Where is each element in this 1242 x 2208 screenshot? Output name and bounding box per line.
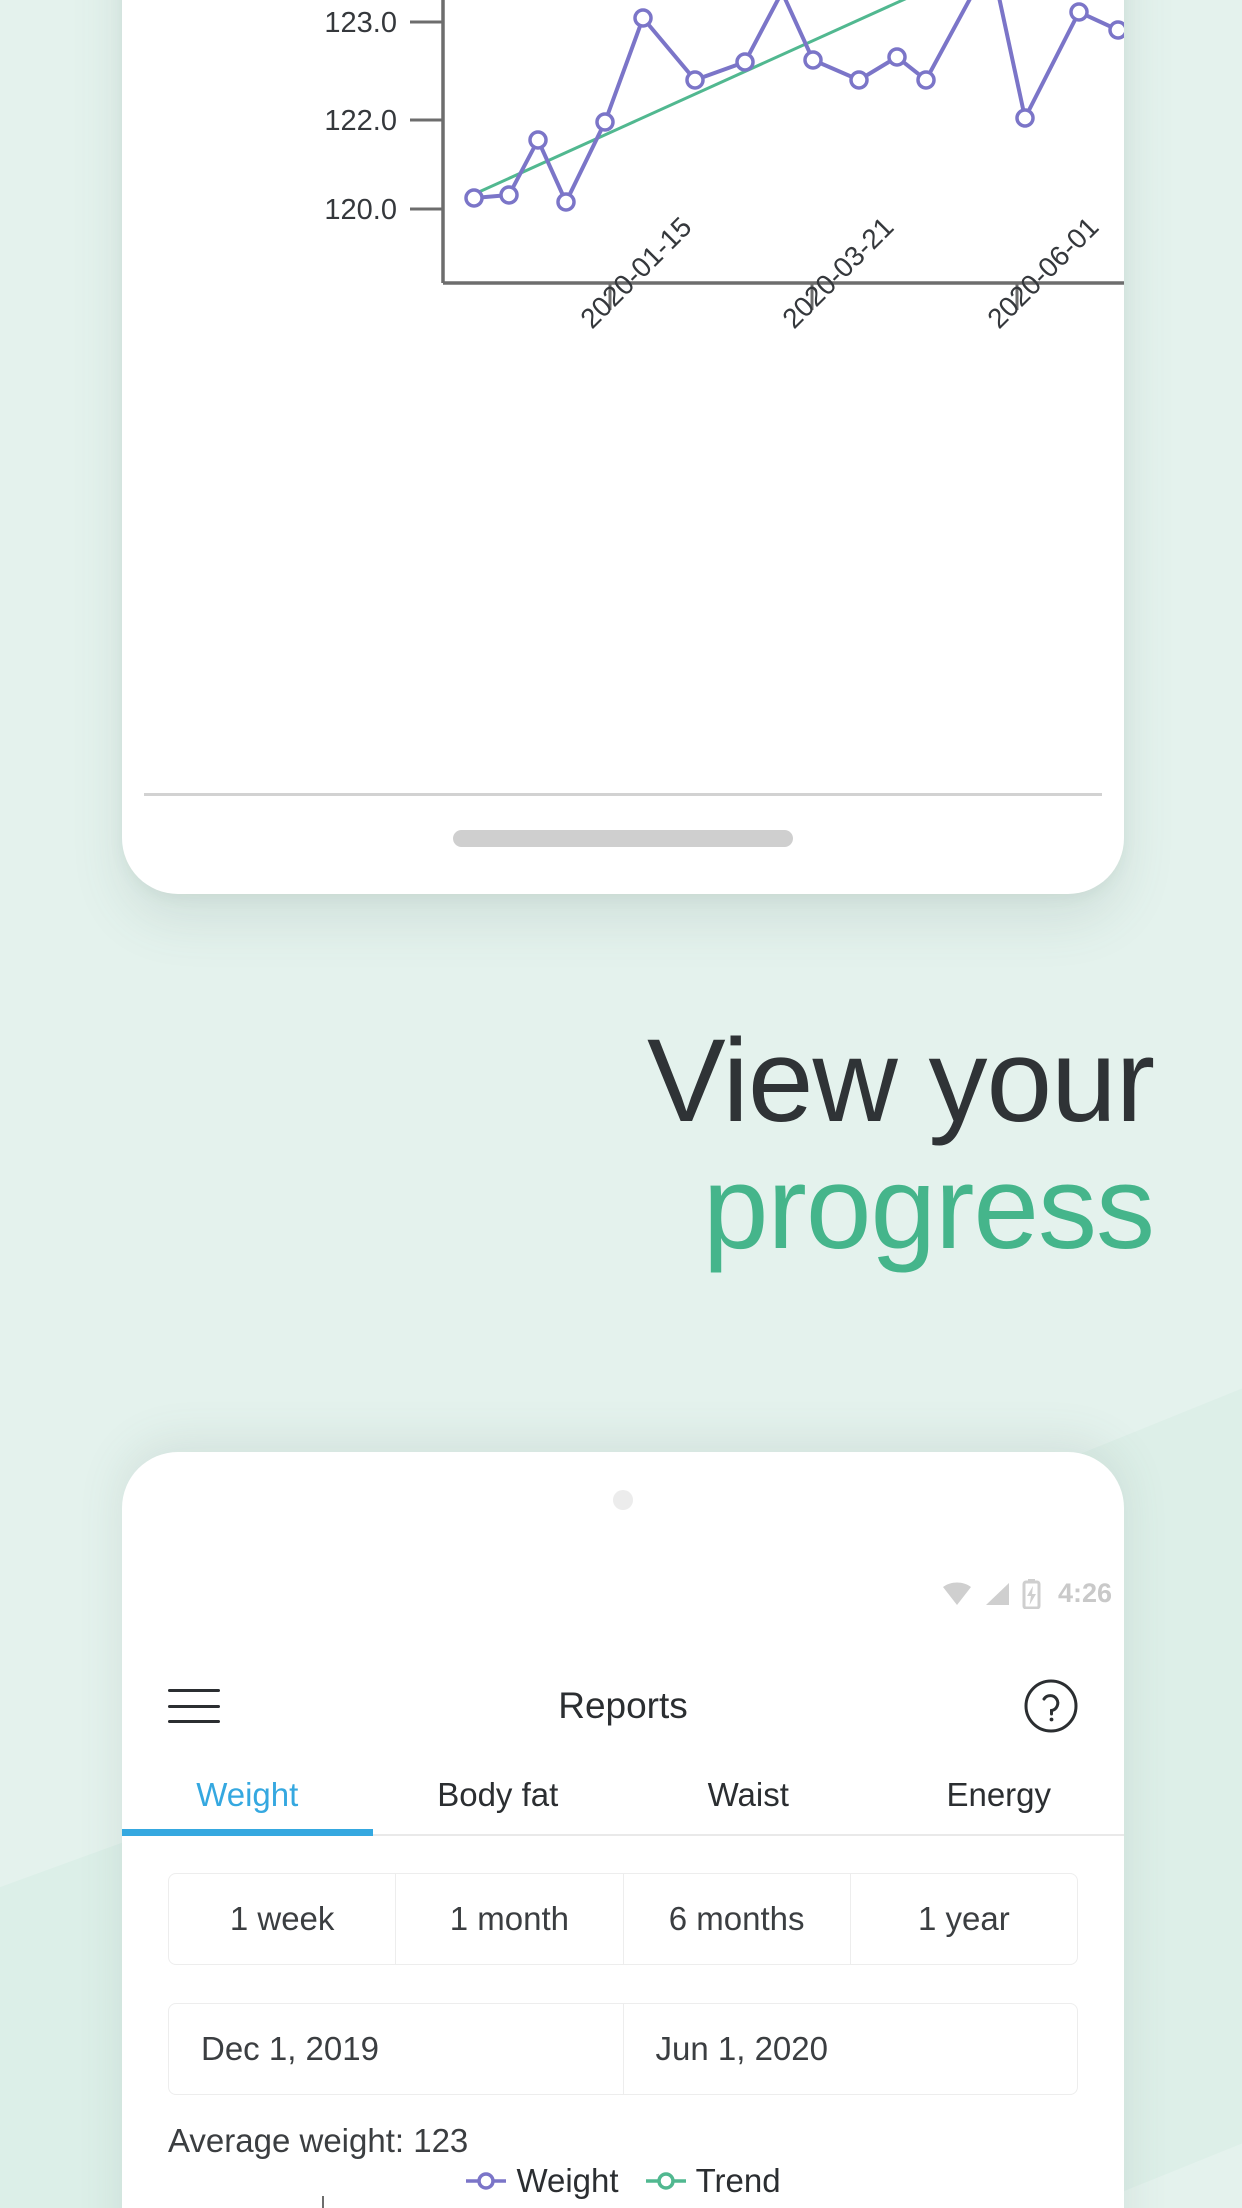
- screenshot-root: 123.0 122.0 120.0 2020-01-15 2020-03-21 …: [0, 0, 1242, 2208]
- chart-legend: Weight Trend: [122, 2162, 1124, 2200]
- legend-label: Trend: [695, 2162, 781, 2199]
- tab-label: Weight: [196, 1776, 299, 1813]
- period-label: 6 months: [668, 1900, 805, 1937]
- weight-markers: [464, 2, 1124, 212]
- headline-line-2: progress: [702, 1141, 1155, 1274]
- bottom-chart-axis-tick: [322, 2196, 324, 2208]
- headline: View your progress: [647, 1015, 1155, 1274]
- top-phone-divider: [144, 793, 1102, 796]
- status-bar: 4:26: [942, 1578, 1112, 1609]
- battery-charging-icon: [1022, 1578, 1041, 1609]
- signal-icon: [985, 1582, 1009, 1605]
- help-circle-icon[interactable]: [1022, 1677, 1080, 1735]
- start-date-value: Dec 1, 2019: [201, 2030, 379, 2067]
- start-date-field[interactable]: Dec 1, 2019: [169, 2004, 624, 2094]
- tab-body-fat[interactable]: Body fat: [373, 1758, 624, 1834]
- tab-energy[interactable]: Energy: [874, 1758, 1125, 1834]
- tab-label: Energy: [946, 1776, 1052, 1813]
- legend-label: Weight: [516, 2162, 619, 2199]
- period-label: 1 month: [449, 1900, 569, 1937]
- headline-line-1: View your: [647, 1015, 1155, 1147]
- end-date-value: Jun 1, 2020: [655, 2030, 828, 2067]
- period-label: 1 week: [229, 1900, 335, 1937]
- period-1-year[interactable]: 1 year: [851, 1874, 1077, 1964]
- weight-chart-svg: 123.0 122.0 120.0 2020-01-15 2020-03-21 …: [324, 0, 1124, 334]
- period-1-week[interactable]: 1 week: [169, 1874, 397, 1964]
- report-tabs: Weight Body fat Waist Energy: [122, 1758, 1124, 1836]
- x-tick-label: 2020-03-21: [776, 211, 899, 334]
- legend-weight-marker-icon: [466, 2172, 507, 2190]
- top-phone-home-indicator[interactable]: [453, 830, 793, 847]
- x-tick-label: 2020-06-01: [981, 211, 1104, 334]
- period-segmented-control: 1 week 1 month 6 months 1 year: [168, 1873, 1078, 1965]
- tab-label: Body fat: [437, 1776, 559, 1813]
- hamburger-menu-icon[interactable]: [168, 1689, 220, 1723]
- tab-weight[interactable]: Weight: [122, 1758, 373, 1836]
- x-tick-label: 2020-01-15: [574, 211, 697, 334]
- weight-line: [473, 0, 1124, 207]
- legend-item-trend: Trend: [645, 2162, 781, 2200]
- period-1-month[interactable]: 1 month: [396, 1874, 624, 1964]
- legend-trend-marker-icon: [645, 2172, 686, 2190]
- average-weight-label: Average weight: 123: [168, 2122, 469, 2159]
- legend-item-weight: Weight: [465, 2162, 619, 2200]
- trend-line: [469, 0, 907, 198]
- period-6-months[interactable]: 6 months: [624, 1874, 851, 1964]
- tab-label: Waist: [707, 1776, 789, 1813]
- end-date-field[interactable]: Jun 1, 2020: [624, 2004, 1078, 2094]
- app-bar: Reports: [122, 1658, 1124, 1754]
- tab-waist[interactable]: Waist: [623, 1758, 874, 1834]
- y-tick-label: 120.0: [324, 194, 397, 226]
- y-tick-label: 122.0: [324, 105, 397, 137]
- phone-camera-dot: [613, 1490, 633, 1510]
- date-range-control: Dec 1, 2019 Jun 1, 2020: [168, 2003, 1078, 2095]
- weight-chart-top: 123.0 122.0 120.0 2020-01-15 2020-03-21 …: [122, 0, 1124, 520]
- y-tick-label: 123.0: [324, 7, 397, 39]
- wifi-icon: [942, 1582, 971, 1605]
- top-phone-mockup: 123.0 122.0 120.0 2020-01-15 2020-03-21 …: [122, 0, 1124, 894]
- status-bar-time: 4:26: [1057, 1578, 1112, 1608]
- page-title: Reports: [558, 1685, 688, 1726]
- period-label: 1 year: [918, 1900, 1010, 1937]
